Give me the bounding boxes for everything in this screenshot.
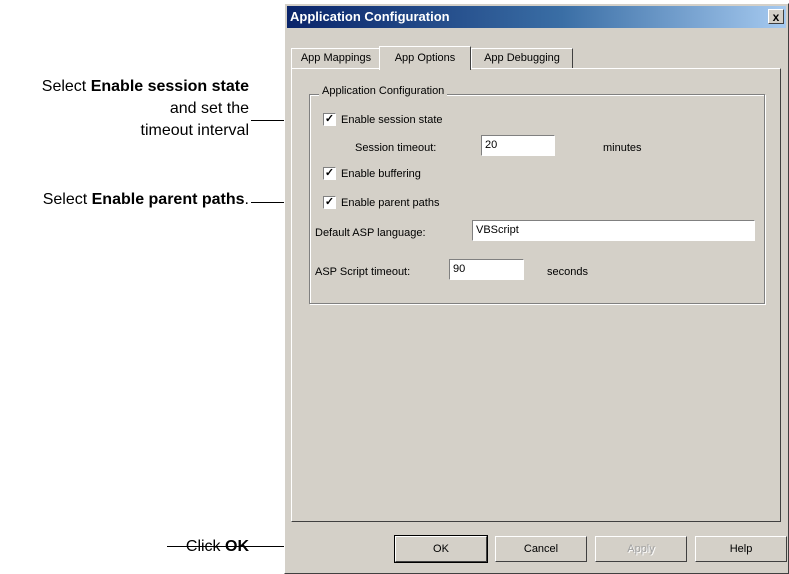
enable-session-state-checkbox[interactable]: ✓ xyxy=(323,113,336,126)
callout-ok: Click OK xyxy=(186,536,249,558)
default-asp-language-label: Default ASP language: xyxy=(315,227,426,239)
tab-app-options[interactable]: App Options xyxy=(379,46,471,70)
ok-button[interactable]: OK xyxy=(394,535,488,563)
asp-script-timeout-label: ASP Script timeout: xyxy=(315,266,411,278)
session-timeout-unit: minutes xyxy=(603,142,642,154)
check-mark-icon: ✓ xyxy=(324,167,335,179)
asp-script-timeout-input[interactable]: 90 xyxy=(449,259,524,280)
tab-app-debugging-label: App Debugging xyxy=(484,52,560,64)
close-icon: x xyxy=(772,10,780,24)
callout-parent-paths: Select Enable parent paths. xyxy=(43,189,249,211)
help-button[interactable]: Help xyxy=(695,536,787,562)
default-asp-language-input[interactable]: VBScript xyxy=(472,220,755,241)
apply-button[interactable]: Apply xyxy=(595,536,687,562)
enable-buffering-checkbox[interactable]: ✓ xyxy=(323,167,336,180)
dialog-title: Application Configuration xyxy=(290,9,450,24)
enable-buffering-label[interactable]: Enable buffering xyxy=(341,167,421,181)
enable-session-state-label[interactable]: Enable session state xyxy=(341,113,443,127)
cancel-button[interactable]: Cancel xyxy=(495,536,587,562)
callout-session-prefix: Select xyxy=(41,78,91,95)
close-button[interactable]: x xyxy=(768,9,784,24)
session-timeout-input[interactable]: 20 xyxy=(481,135,555,156)
session-timeout-label: Session timeout: xyxy=(355,142,437,154)
asp-script-timeout-unit: seconds xyxy=(547,266,588,278)
callout-parent-prefix: Select xyxy=(42,191,92,208)
callout-session-bold: Enable session state xyxy=(90,78,249,95)
application-configuration-dialog: Application Configuration x App Mappings… xyxy=(284,3,789,574)
tab-app-options-label: App Options xyxy=(394,52,456,64)
check-mark-icon: ✓ xyxy=(324,113,335,125)
check-mark-icon: ✓ xyxy=(324,196,335,208)
enable-parent-paths-label[interactable]: Enable parent paths xyxy=(341,196,439,210)
tab-app-mappings[interactable]: App Mappings xyxy=(291,48,381,68)
tab-app-debugging[interactable]: App Debugging xyxy=(471,48,573,68)
callout-session-state: Select Enable session state and set the … xyxy=(42,76,249,142)
callout-session-line2: and set the xyxy=(169,100,249,117)
callout-session-line3: timeout interval xyxy=(140,122,250,139)
callout-parent-suffix: . xyxy=(244,191,249,208)
callout-parent-bold: Enable parent paths xyxy=(91,191,245,208)
dialog-titlebar[interactable]: Application Configuration x xyxy=(287,6,786,28)
tab-app-mappings-label: App Mappings xyxy=(300,52,372,64)
enable-parent-paths-checkbox[interactable]: ✓ xyxy=(323,196,336,209)
group-title: Application Configuration xyxy=(319,85,448,97)
